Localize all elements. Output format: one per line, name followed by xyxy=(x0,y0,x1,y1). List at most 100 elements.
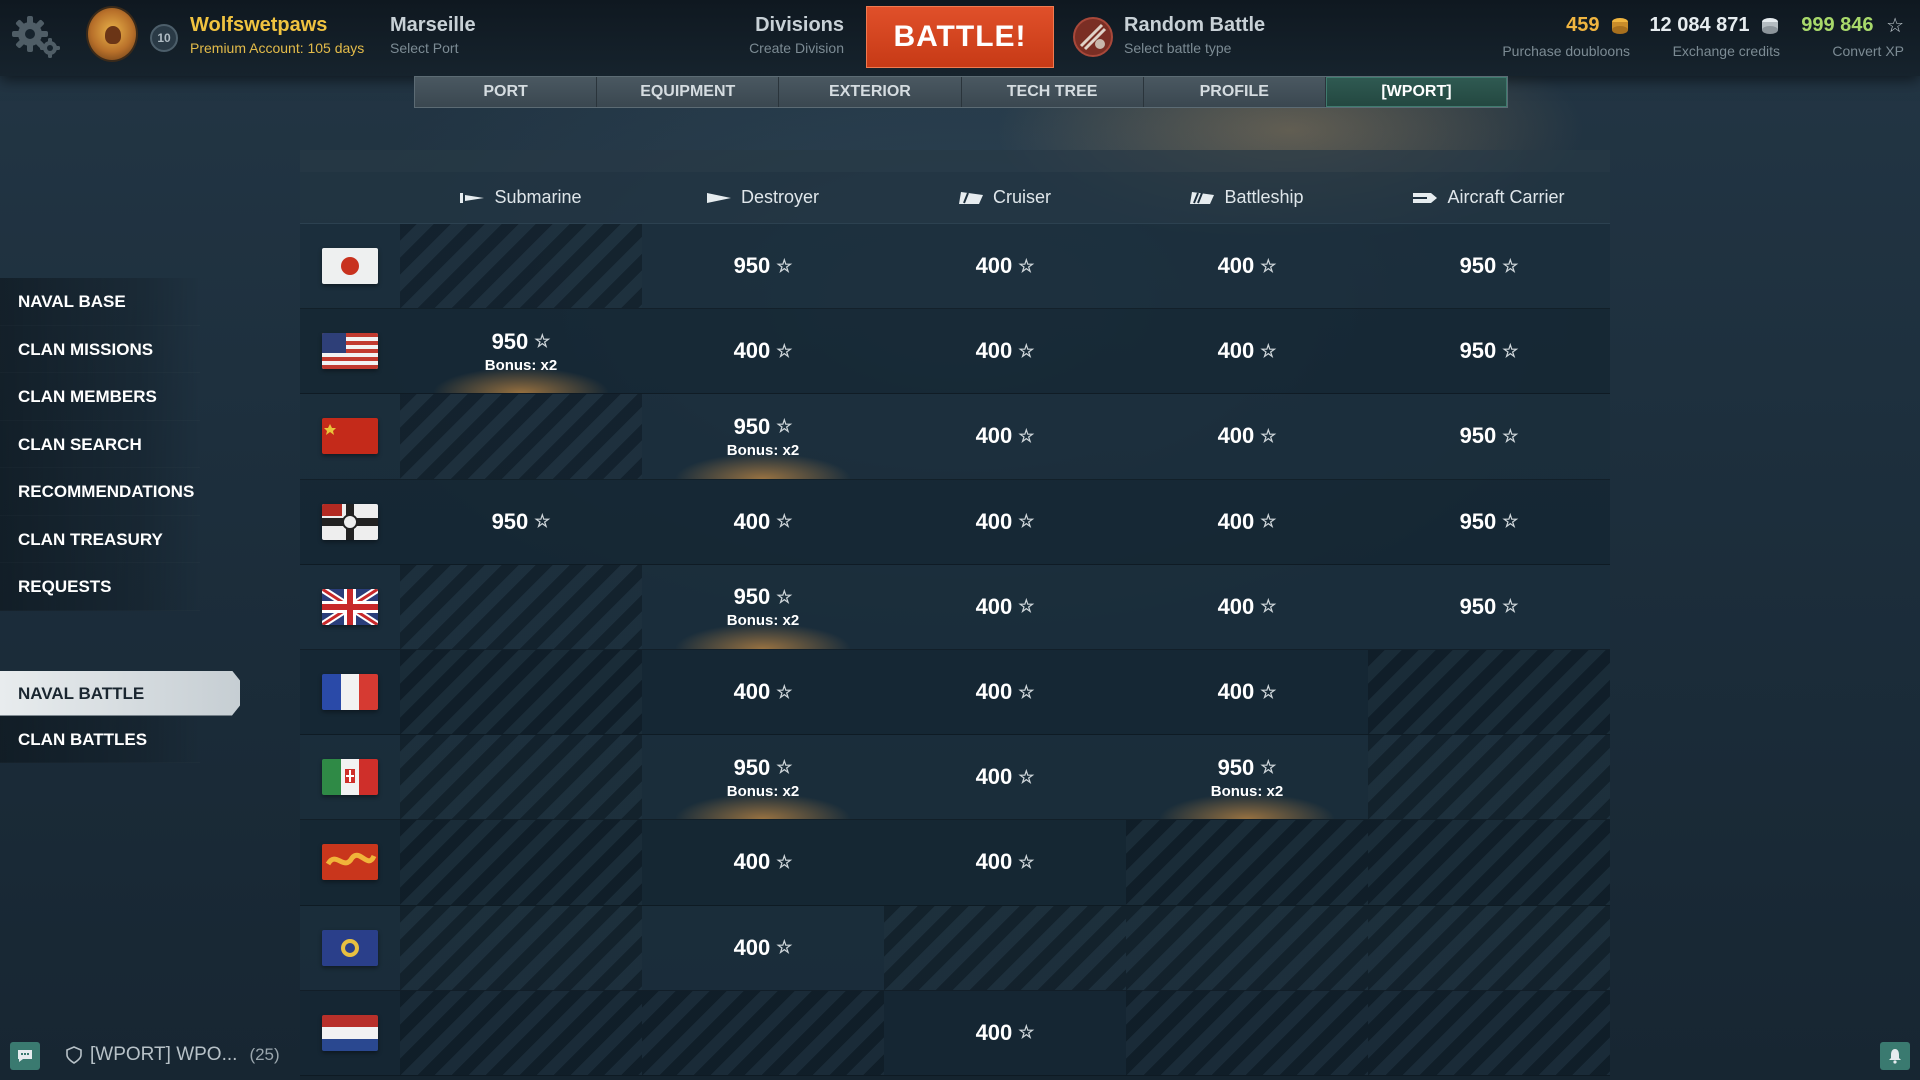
points-number: 400 xyxy=(975,679,1013,705)
random-battle-icon[interactable] xyxy=(1072,16,1114,58)
create-division-label[interactable]: Create Division xyxy=(700,40,844,56)
sidebar-item-requests[interactable]: REQUESTS xyxy=(0,563,200,611)
points-number: 400 xyxy=(1217,508,1255,534)
star-icon: ☆ xyxy=(1502,255,1519,276)
points-cell-battleship: 400 ☆ xyxy=(1126,480,1368,564)
points-value: 400 ☆ xyxy=(976,764,1035,790)
battle-type-sub[interactable]: Select battle type xyxy=(1124,40,1231,56)
star-icon: ☆ xyxy=(1502,425,1519,446)
points-cell-submarine xyxy=(400,905,642,990)
points-number: 950 xyxy=(1459,423,1497,449)
points-value: 400 ☆ xyxy=(734,679,793,705)
points-cell-battleship xyxy=(1126,905,1368,990)
star-icon: ☆ xyxy=(1018,340,1035,361)
divisions-title[interactable]: Divisions xyxy=(700,14,844,37)
table-row: 950 ☆ Bonus: x2 400 ☆ 950 ☆ Bonus: x2 xyxy=(300,735,1610,821)
points-number: 950 xyxy=(733,253,771,279)
sidebar-item-clan-missions[interactable]: CLAN MISSIONS xyxy=(0,325,200,373)
nation-flag-cell xyxy=(300,991,400,1075)
column-header-battleship: Battleship xyxy=(1126,172,1368,223)
clan-chat-tab[interactable]: [WPORT] WPO... (25) xyxy=(66,1044,280,1066)
italy-flag xyxy=(322,759,378,796)
sidebar-item-clan-search[interactable]: CLAN SEARCH xyxy=(0,420,200,468)
points-cell-battleship: 400 ☆ xyxy=(1126,650,1368,734)
battleship-icon xyxy=(1190,191,1215,204)
points-cell-destroyer: 400 ☆ xyxy=(642,309,884,393)
username[interactable]: Wolfswetpaws xyxy=(190,14,327,37)
sidebar-item-recommendations[interactable]: RECOMMENDATIONS xyxy=(0,468,200,516)
tab-profile[interactable]: PROFILE xyxy=(1144,77,1326,107)
notifications-button[interactable] xyxy=(1880,1042,1910,1070)
doubloons-value: 459 xyxy=(1566,14,1600,36)
clan-shield-icon xyxy=(66,1046,82,1064)
port-name[interactable]: Marseille xyxy=(390,14,476,37)
star-icon: ☆ xyxy=(1018,1022,1035,1043)
pan-asia-flag xyxy=(322,844,378,881)
star-icon: ☆ xyxy=(776,511,793,532)
star-icon: ☆ xyxy=(1260,255,1277,276)
points-value: 400 ☆ xyxy=(976,338,1035,364)
points-number: 950 xyxy=(733,754,771,780)
credits-balance[interactable]: 12 084 871 Exchange credits xyxy=(1630,14,1780,59)
tab-tech-tree[interactable]: TECH TREE xyxy=(962,77,1144,107)
sidebar-item-clan-members[interactable]: CLAN MEMBERS xyxy=(0,373,200,421)
aircraft-carrier-icon xyxy=(1413,192,1438,203)
points-number: 400 xyxy=(975,338,1013,364)
points-cell-submarine: 950 ☆ Bonus: x2 xyxy=(400,309,642,394)
points-number: 950 xyxy=(491,328,529,354)
doubloons-balance[interactable]: 459 Purchase doubloons xyxy=(1450,14,1630,59)
points-cell-destroyer: 950 ☆ xyxy=(642,224,884,308)
table-row: 400 ☆ 400 ☆ 400 ☆ xyxy=(300,649,1610,736)
cruiser-icon xyxy=(958,191,983,204)
sidebar-item-clan-treasury[interactable]: CLAN TREASURY xyxy=(0,515,200,563)
points-cell-aircraft-carrier: 950 ☆ xyxy=(1368,224,1610,308)
column-header-cruiser: Cruiser xyxy=(884,172,1126,223)
star-icon: ☆ xyxy=(776,255,793,276)
sidebar-item-naval-base[interactable]: NAVAL BASE xyxy=(0,278,200,326)
uk-flag xyxy=(322,588,378,625)
star-icon: ☆ xyxy=(1018,596,1035,617)
select-port-label[interactable]: Select Port xyxy=(390,40,458,56)
tab-equipment[interactable]: EQUIPMENT xyxy=(597,77,780,107)
settings-gear-icon[interactable] xyxy=(10,14,64,60)
premium-status[interactable]: Premium Account: 105 days xyxy=(190,40,364,56)
tab-clan[interactable]: [WPORT] xyxy=(1325,77,1508,107)
points-number: 400 xyxy=(733,508,771,534)
table-top-strip xyxy=(300,150,1610,172)
star-icon: ☆ xyxy=(776,416,793,437)
column-label: Aircraft Carrier xyxy=(1447,187,1565,207)
points-cell-destroyer: 400 ☆ xyxy=(642,820,884,904)
points-cell-battleship: 950 ☆ Bonus: x2 xyxy=(1126,735,1368,820)
points-cell-cruiser xyxy=(884,905,1126,990)
points-value: 400 ☆ xyxy=(1218,679,1277,705)
points-number: 400 xyxy=(975,253,1013,279)
star-icon: ☆ xyxy=(1502,340,1519,361)
xp-balance[interactable]: 999 846 ☆ Convert XP xyxy=(1774,14,1904,59)
tab-port[interactable]: PORT xyxy=(415,77,598,107)
avatar[interactable] xyxy=(86,6,138,62)
points-cell-battleship xyxy=(1126,990,1368,1075)
points-number: 950 xyxy=(491,508,529,534)
sidebar-item-naval-battle[interactable]: NAVAL BATTLE xyxy=(0,670,240,716)
points-value: 950 ☆ xyxy=(734,414,793,440)
points-number: 400 xyxy=(975,593,1013,619)
points-number: 400 xyxy=(975,423,1013,449)
chat-button[interactable] xyxy=(10,1042,40,1070)
bonus-label: Bonus: x2 xyxy=(484,356,558,374)
points-cell-cruiser: 400 ☆ xyxy=(884,480,1126,564)
clan-sidebar: NAVAL BASE CLAN MISSIONS CLAN MEMBERS CL… xyxy=(0,278,260,763)
nation-flag-cell xyxy=(300,906,400,990)
sidebar-item-clan-battles[interactable]: CLAN BATTLES xyxy=(0,715,200,763)
submarine-icon xyxy=(460,192,485,203)
points-value: 400 ☆ xyxy=(734,935,793,961)
points-cell-battleship: 400 ☆ xyxy=(1126,309,1368,393)
points-cell-cruiser: 400 ☆ xyxy=(884,991,1126,1075)
points-cell-destroyer xyxy=(642,990,884,1075)
star-icon: ☆ xyxy=(1018,255,1035,276)
tab-exterior[interactable]: EXTERIOR xyxy=(779,77,962,107)
battle-button[interactable]: BATTLE! xyxy=(866,6,1054,68)
battle-type-title[interactable]: Random Battle xyxy=(1124,14,1265,37)
points-value: 400 ☆ xyxy=(976,849,1035,875)
points-cell-battleship: 400 ☆ xyxy=(1126,224,1368,308)
